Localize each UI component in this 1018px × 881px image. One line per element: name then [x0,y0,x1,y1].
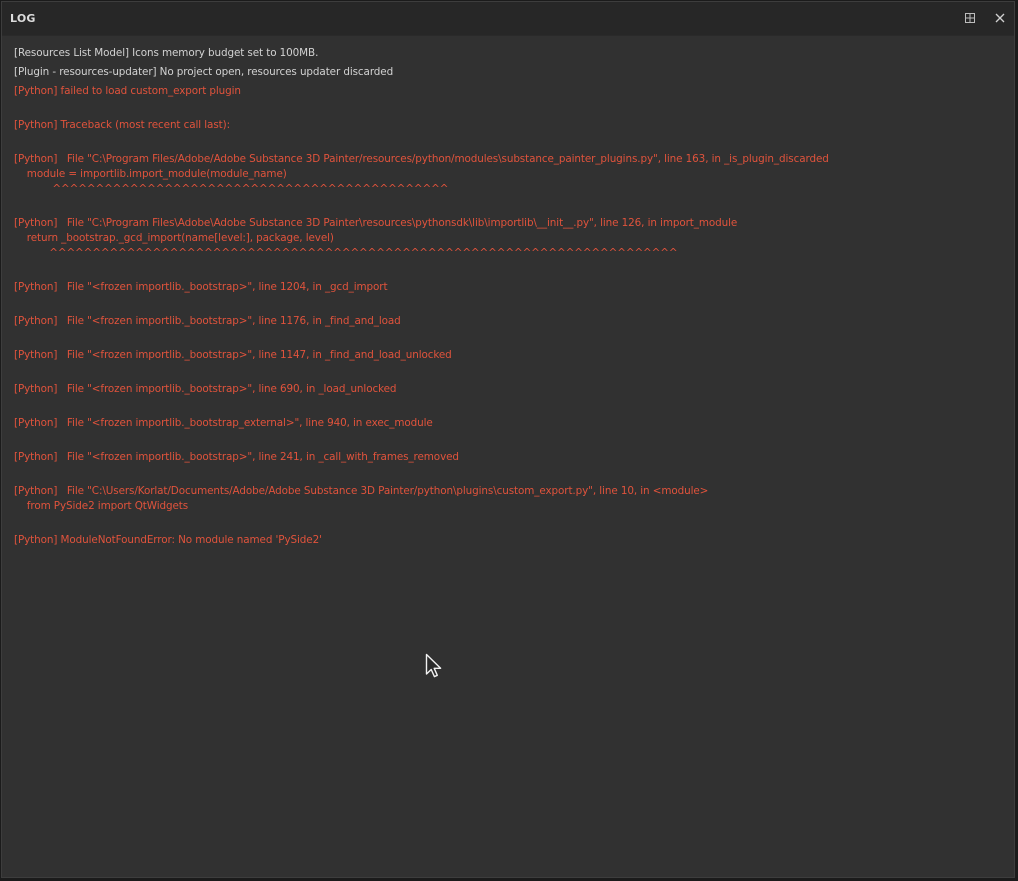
log-line: [Plugin - resources-updater] No project … [14,66,394,78]
log-line: [Python] ModuleNotFoundError: No module … [14,534,322,546]
log-line: [Python] File "C:\Program Files/Adobe/Ad… [14,153,829,165]
log-line: [Python] File "<frozen importlib._bootst… [14,417,433,429]
close-icon[interactable] [992,10,1008,26]
panel-header: LOG [2,2,1014,36]
log-line: [Python] File "<frozen importlib._bootst… [14,451,459,463]
log-line: [Python] File "<frozen importlib._bootst… [14,383,397,395]
panel-title: LOG [10,12,36,25]
log-line: ^^^^^^^^^^^^^^^^^^^^^^^^^^^^^^^^^^^^^^^^… [14,247,678,259]
log-line: [Python] File "C:\Users/Korlat/Documents… [14,485,709,497]
log-panel: LOG [Resources List Model] Icons memory … [1,1,1015,878]
log-line: [Python] failed to load custom_export pl… [14,85,241,97]
mouse-cursor-icon [425,653,442,678]
log-line: [Python] File "<frozen importlib._bootst… [14,349,452,361]
dock-float-icon[interactable] [962,10,978,26]
log-line: [Python] File "<frozen importlib._bootst… [14,315,401,327]
log-line: from PySide2 import QtWidgets [14,500,189,512]
log-line: return _bootstrap._gcd_import(name[level… [14,232,334,244]
log-line: [Python] File "<frozen importlib._bootst… [14,281,388,293]
log-line: [Python] Traceback (most recent call las… [14,119,230,131]
log-line: module = importlib.import_module(module_… [14,168,287,180]
log-line: ^^^^^^^^^^^^^^^^^^^^^^^^^^^^^^^^^^^^^^^^… [14,183,449,195]
log-output[interactable]: [Resources List Model] Icons memory budg… [2,36,1014,877]
log-line: [Resources List Model] Icons memory budg… [14,47,319,59]
log-line: [Python] File "C:\Program Files\Adobe\Ad… [14,217,738,229]
